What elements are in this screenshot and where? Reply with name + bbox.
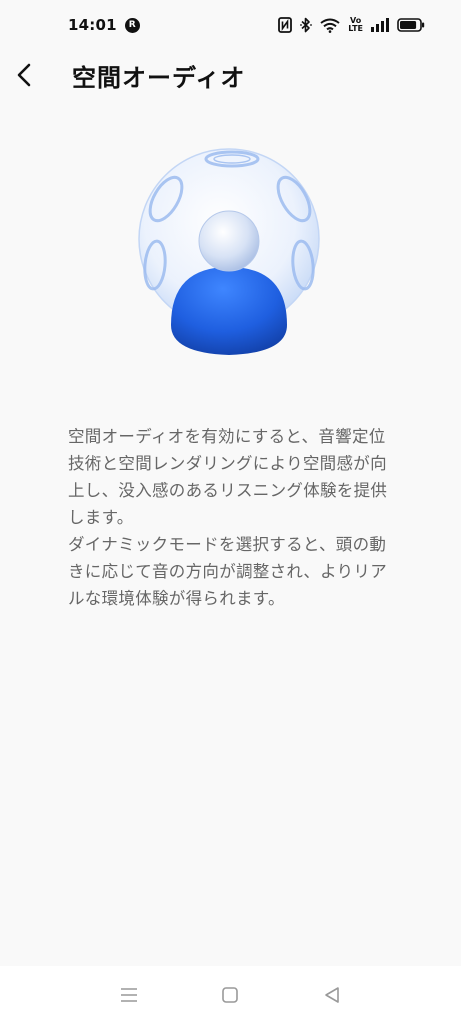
home-button[interactable]	[210, 975, 250, 1015]
status-right: Vo LTE	[278, 17, 425, 33]
description: 空間オーディオを有効にすると、音響定位技術と空間レンダリングにより空間感が向上し…	[68, 423, 398, 612]
description-paragraph-1: 空間オーディオを有効にすると、音響定位技術と空間レンダリングにより空間感が向上し…	[68, 427, 388, 527]
back-triangle-icon	[325, 987, 339, 1003]
back-nav-button[interactable]	[312, 975, 352, 1015]
status-time: 14:01	[68, 16, 117, 34]
menu-button[interactable]	[109, 975, 149, 1015]
app-bar: 空間オーディオ	[0, 50, 461, 100]
chevron-left-icon	[17, 63, 31, 87]
notification-badge-icon: R	[124, 17, 140, 33]
wifi-icon	[320, 18, 340, 33]
battery-icon	[397, 18, 425, 32]
page-title: 空間オーディオ	[72, 63, 246, 92]
back-button[interactable]	[14, 50, 66, 100]
home-icon	[222, 987, 239, 1003]
menu-icon	[120, 988, 137, 1002]
description-paragraph-2: ダイナミックモードを選択すると、頭の動きに応じて音の方向が調整され、よりリアルな…	[68, 535, 388, 608]
spatial-audio-illustration	[135, 147, 325, 359]
bluetooth-icon	[300, 17, 313, 33]
nfc-icon	[278, 17, 293, 33]
volte-label-bottom: LTE	[348, 24, 363, 33]
status-bar: 14:01 R Vo LTE	[0, 0, 461, 50]
spatial-audio-icon	[138, 148, 320, 355]
signal-icon	[371, 18, 389, 32]
status-left: 14:01 R	[68, 16, 140, 34]
volte-icon: Vo LTE	[348, 17, 363, 33]
navigation-bar	[0, 966, 461, 1024]
